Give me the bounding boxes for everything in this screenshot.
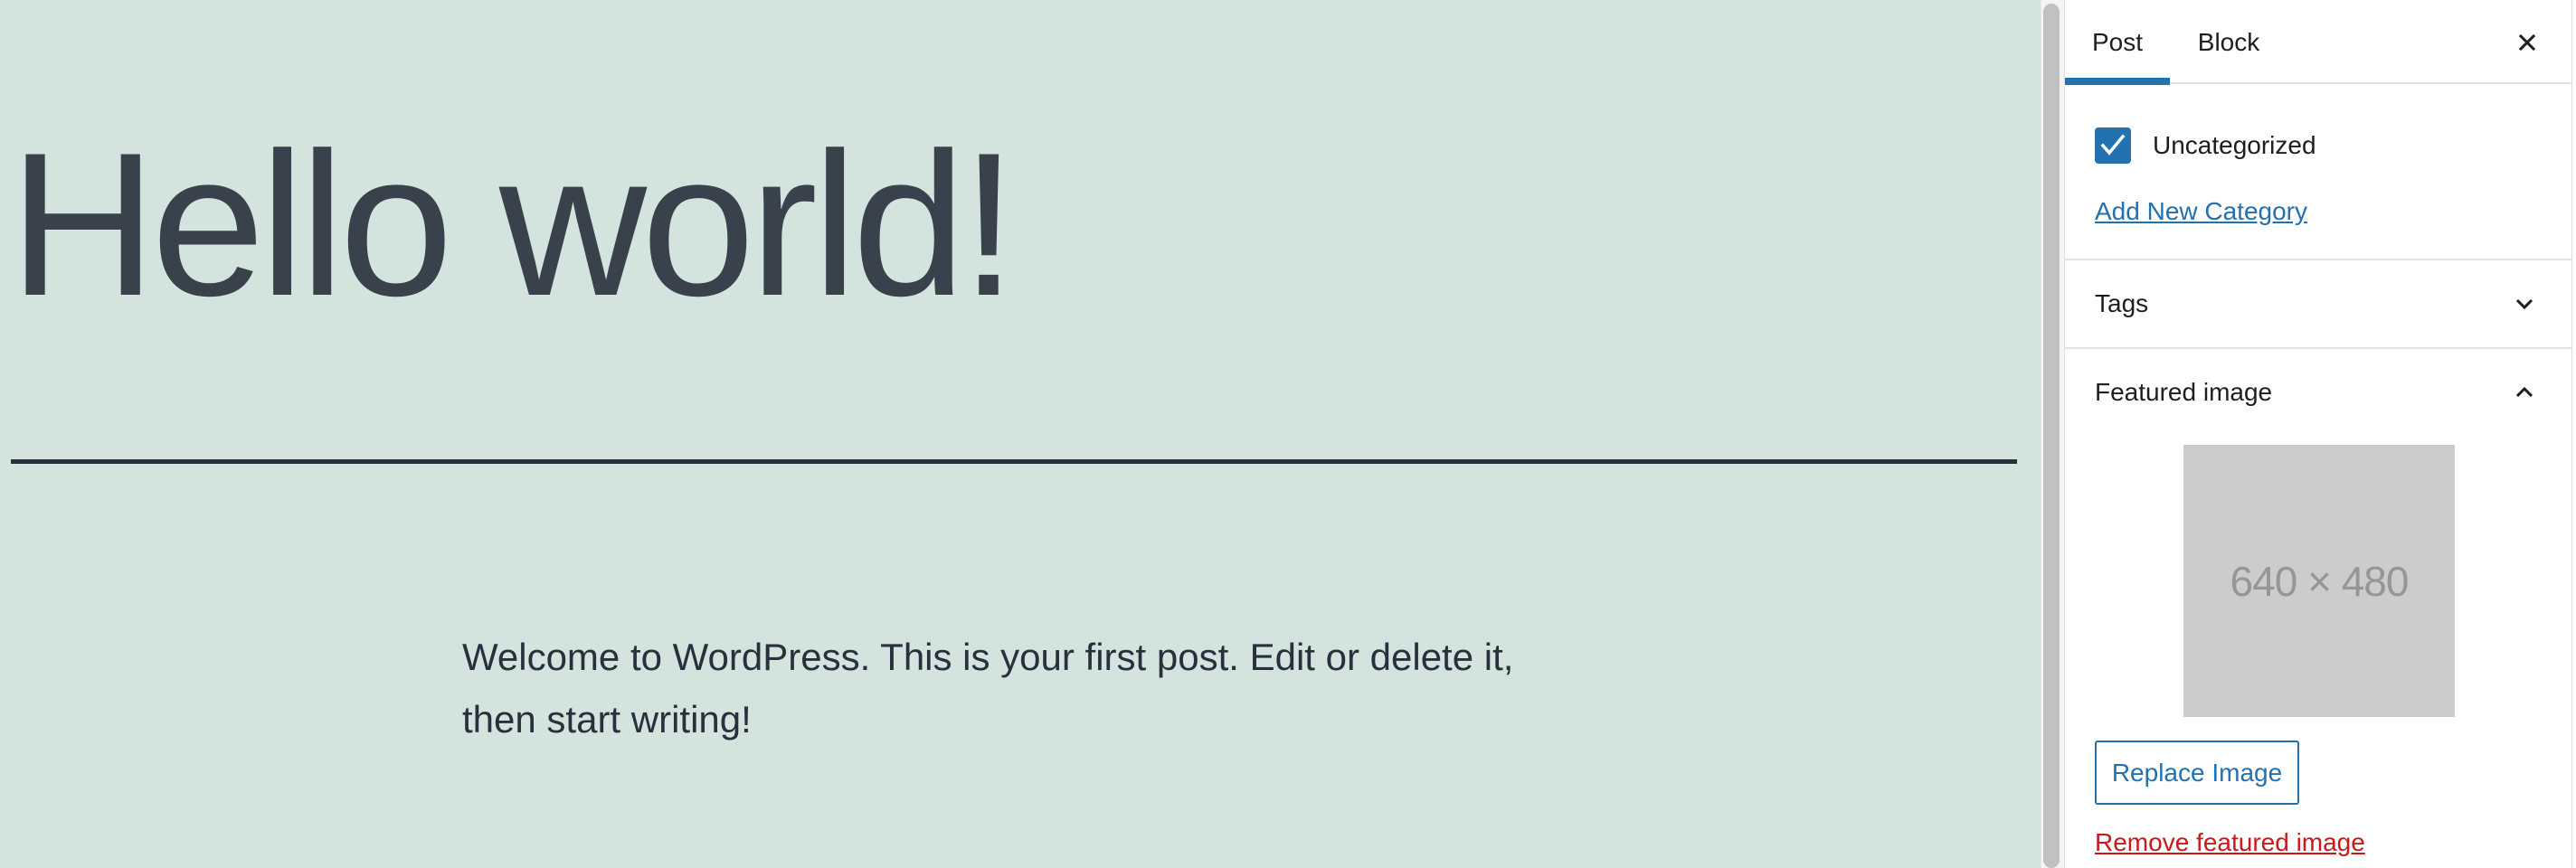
- close-sidebar-button[interactable]: [2506, 22, 2548, 63]
- featured-image-panel-title: Featured image: [2095, 378, 2273, 406]
- category-checkbox[interactable]: [2095, 127, 2131, 164]
- category-label: Uncategorized: [2153, 131, 2316, 159]
- featured-image-panel-toggle[interactable]: Featured image: [2065, 349, 2571, 436]
- tab-post[interactable]: Post: [2065, 0, 2170, 84]
- tab-block[interactable]: Block: [2170, 0, 2287, 84]
- separator-block[interactable]: [11, 459, 2017, 464]
- tags-panel-title: Tags: [2095, 289, 2149, 317]
- post-title[interactable]: Hello world!: [9, 116, 1018, 333]
- remove-featured-image-link[interactable]: Remove featured image: [2095, 828, 2365, 857]
- featured-image-placeholder-text: 640 × 480: [2230, 557, 2410, 605]
- category-item: Uncategorized: [2095, 127, 2316, 165]
- editor-app: Hello world! Welcome to WordPress. This …: [0, 0, 2576, 868]
- checkmark-icon: [2100, 134, 2126, 156]
- replace-image-button[interactable]: Replace Image: [2095, 741, 2299, 805]
- scrollbar-thumb[interactable]: [2043, 4, 2060, 868]
- chevron-down-icon: [2514, 293, 2535, 315]
- active-tab-indicator: [2065, 78, 2170, 85]
- paragraph-block[interactable]: Welcome to WordPress. This is your first…: [462, 626, 1566, 750]
- close-icon: [2518, 33, 2536, 52]
- settings-sidebar: Post Block Uncategorized Add New Categor…: [2064, 0, 2572, 868]
- tags-panel-toggle[interactable]: Tags: [2065, 260, 2571, 347]
- featured-image-preview[interactable]: 640 × 480: [2183, 445, 2455, 717]
- sidebar-header: Post Block: [2065, 0, 2571, 85]
- add-new-category-link[interactable]: Add New Category: [2095, 197, 2307, 226]
- chevron-up-icon: [2514, 382, 2535, 403]
- editor-canvas: Hello world! Welcome to WordPress. This …: [0, 0, 2041, 868]
